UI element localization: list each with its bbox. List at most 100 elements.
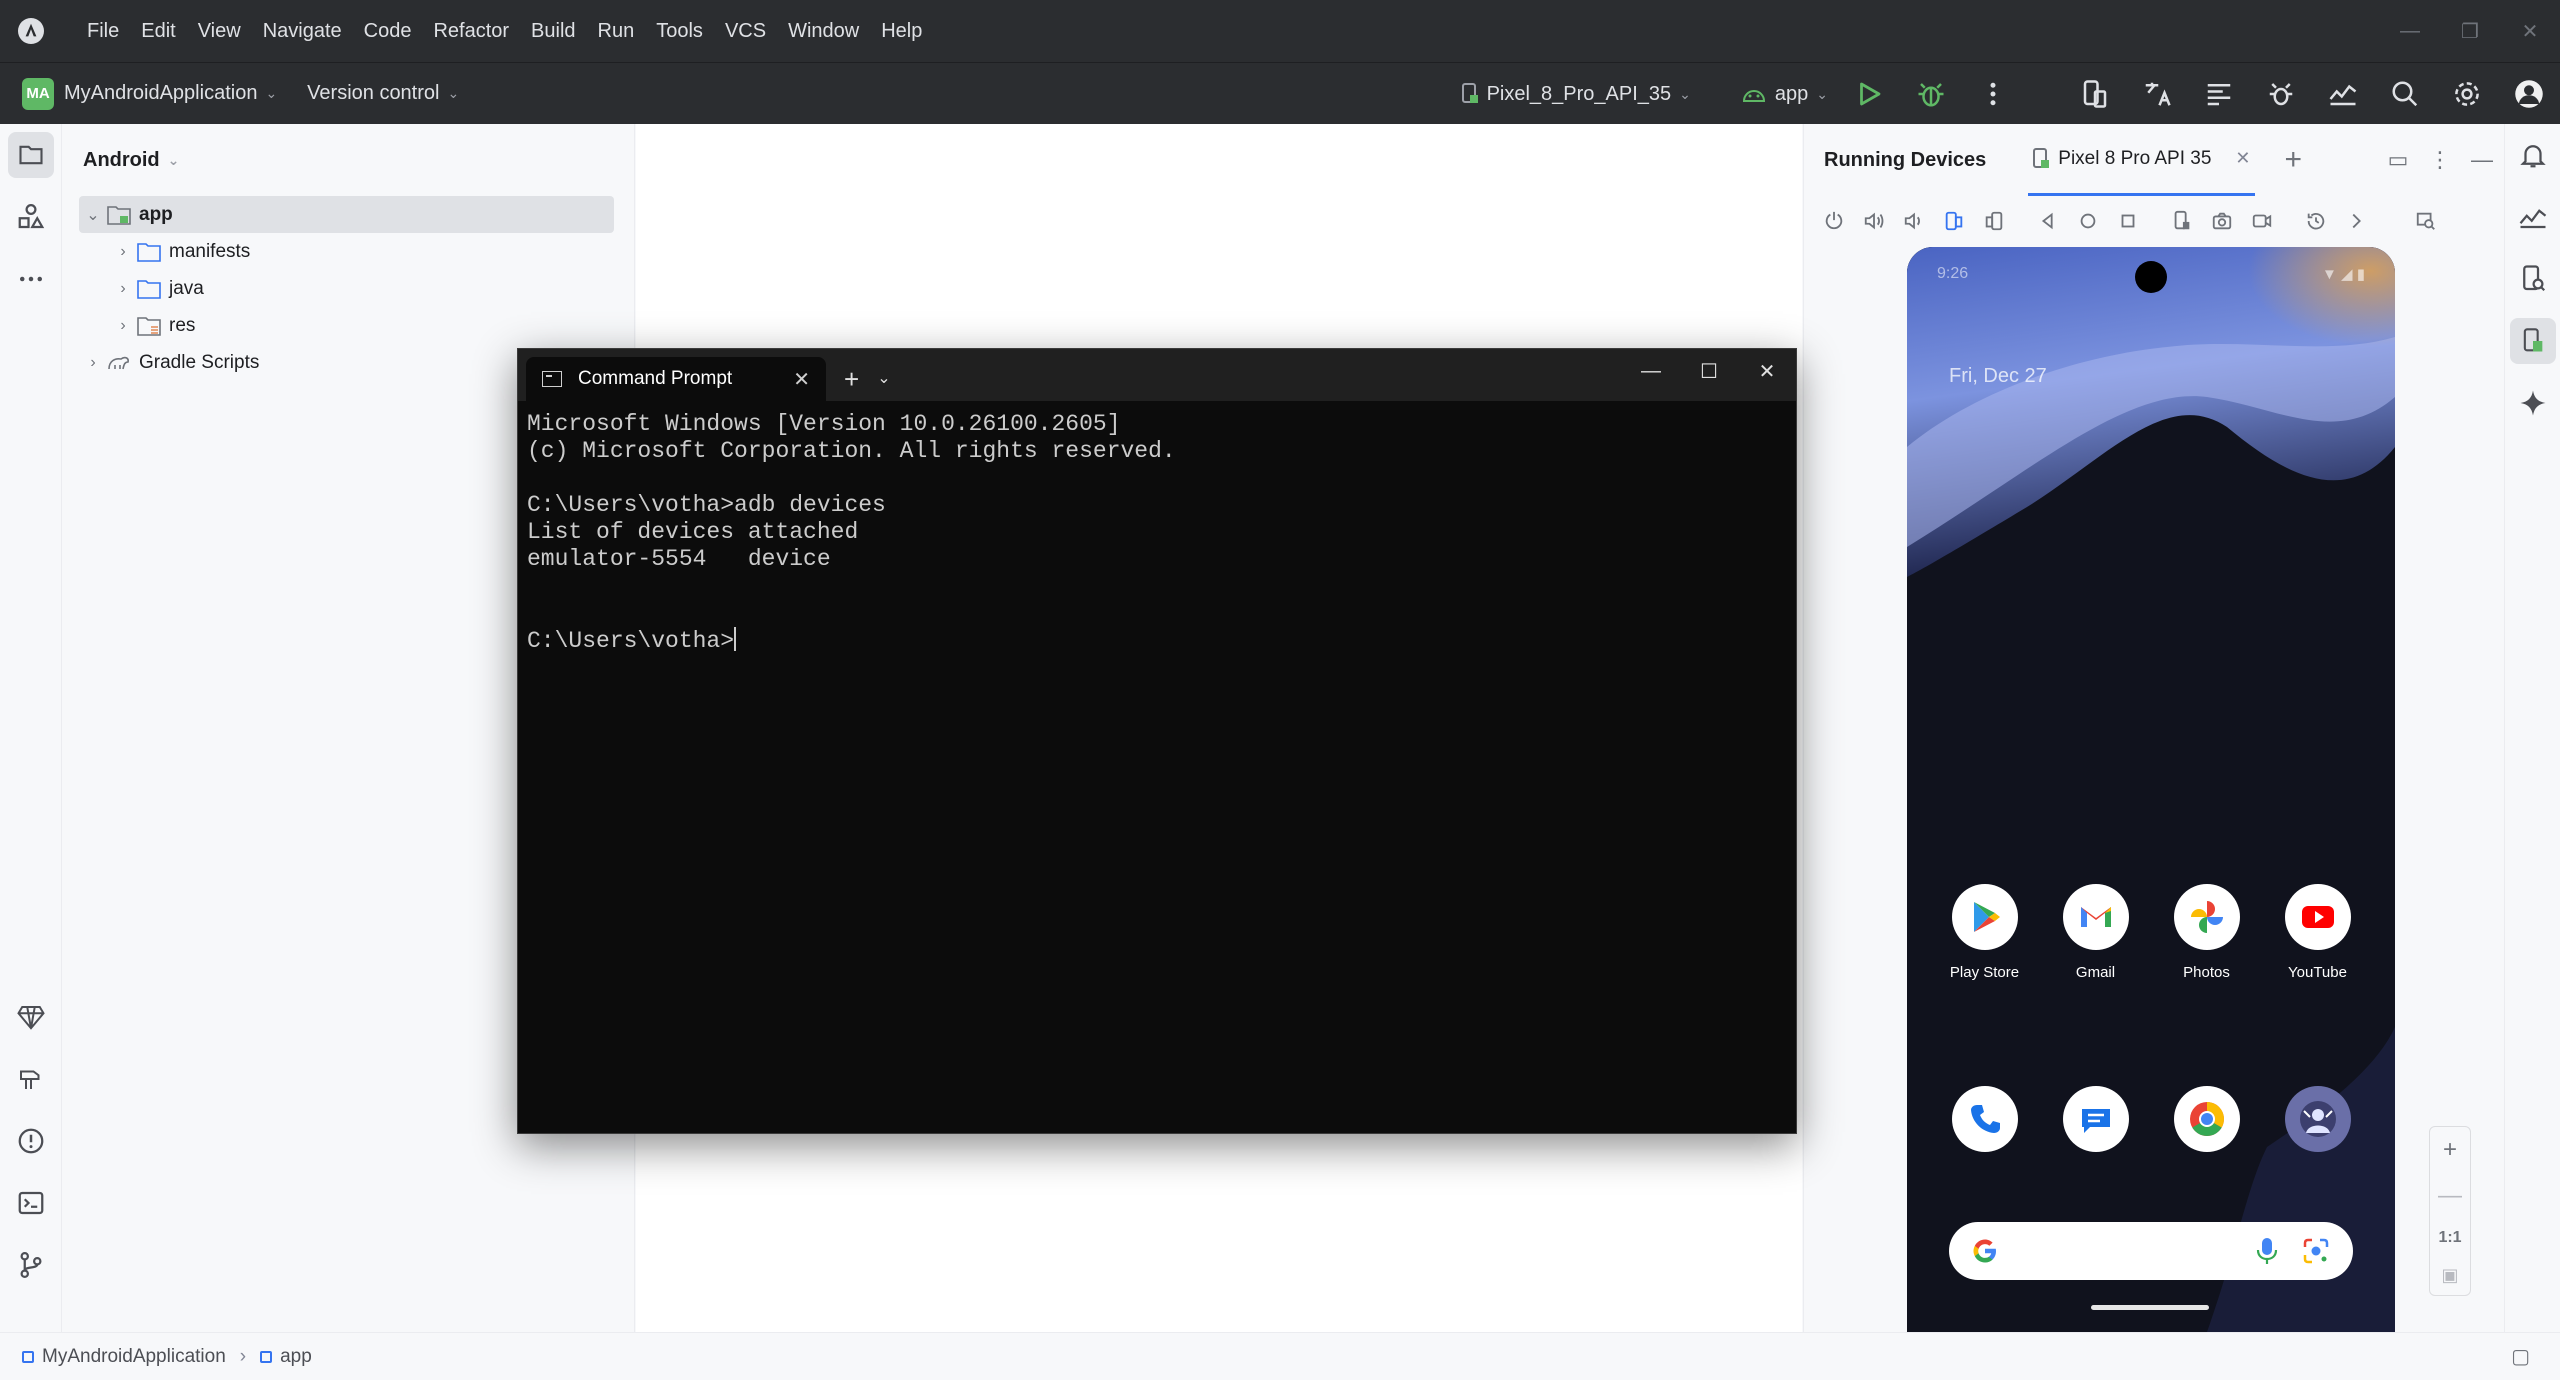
zoom-in-icon[interactable]: + [2443,1136,2457,1164]
running-devices-tool-button[interactable] [2505,310,2560,372]
snapshot-history-icon[interactable] [2296,201,2336,241]
close-tab-icon[interactable]: ✕ [793,367,810,392]
app-youtube[interactable]: YouTube [2268,884,2368,981]
google-lens-icon[interactable] [2301,1236,2331,1266]
panel-minimize-icon[interactable]: — [2461,147,2503,173]
device-explorer-tool-button[interactable] [2505,248,2560,310]
dock-chrome[interactable] [2157,1086,2257,1152]
problems-tool-button[interactable] [0,1110,62,1172]
device-search-icon[interactable] [2406,201,2446,241]
terminal-output[interactable]: Microsoft Windows [Version 10.0.26100.26… [518,401,1796,665]
search-icon[interactable] [2374,63,2436,125]
minimize-icon[interactable]: — [2380,0,2440,62]
gemini-tool-button[interactable] [0,986,62,1048]
build-tool-button[interactable] [0,1048,62,1110]
app-photos[interactable]: Photos [2157,884,2257,981]
tree-item-app[interactable]: ⌄ app [79,196,614,233]
menu-build[interactable]: Build [520,0,586,62]
back-icon[interactable] [2028,201,2068,241]
device-tab[interactable]: Pixel 8 Pro API 35 ✕ [2028,124,2255,196]
device-frame-icon[interactable] [2162,201,2202,241]
layout-inspector-icon[interactable] [2188,63,2250,125]
chevron-right-icon[interactable]: › [109,280,137,298]
add-device-icon[interactable]: + [2285,143,2303,177]
more-actions-icon[interactable] [1962,63,2024,125]
notifications-tool-button[interactable] [2505,124,2560,186]
phone-screen[interactable]: 9:26 ▼ ◢ ▮ Fri, Dec 27 Play Store Gmail [1907,247,2395,1332]
menu-file[interactable]: File [76,0,130,62]
debug-icon[interactable] [1900,63,1962,125]
menu-tools[interactable]: Tools [645,0,714,62]
screen-record-icon[interactable] [2242,201,2282,241]
profiler-tool-button[interactable] [2505,186,2560,248]
zoom-fit-icon[interactable]: ▣ [2441,1265,2458,1286]
profiler-icon[interactable] [2312,63,2374,125]
command-prompt-window[interactable]: Command Prompt ✕ + ⌄ — ☐ ✕ Microsoft Win… [517,348,1797,1134]
close-tab-icon[interactable]: ✕ [2235,148,2250,169]
dock-game[interactable] [2268,1086,2368,1152]
tree-item-manifests[interactable]: › manifests [79,233,634,270]
overview-icon[interactable] [2108,201,2148,241]
menu-run[interactable]: Run [587,0,646,62]
menu-refactor[interactable]: Refactor [422,0,520,62]
zoom-out-icon[interactable]: — [2438,1182,2462,1210]
panel-layout-icon[interactable]: ▭ [2377,147,2419,173]
chat-bubble-icon[interactable]: ▢ [2511,1344,2530,1369]
maximize-icon[interactable]: ☐ [1680,349,1738,393]
menu-help[interactable]: Help [870,0,933,62]
volume-down-icon[interactable] [1894,201,1934,241]
project-tool-button[interactable] [0,124,62,186]
minimize-icon[interactable]: — [1622,349,1680,393]
git-tool-button[interactable] [0,1234,62,1296]
menu-view[interactable]: View [187,0,252,62]
menu-navigate[interactable]: Navigate [252,0,353,62]
gemini-sparkle-tool-button[interactable] [2505,372,2560,434]
close-window-icon[interactable]: ✕ [2500,0,2560,62]
google-search-bar[interactable] [1949,1222,2353,1280]
breadcrumb-module[interactable]: app [280,1346,312,1368]
restore-icon[interactable]: ❐ [2440,0,2500,62]
tree-item-java[interactable]: › java [79,270,634,307]
dock-messages[interactable] [2046,1086,2146,1152]
zoom-actual-size-button[interactable]: 1:1 [2438,1229,2461,1247]
cmd-title-bar[interactable]: Command Prompt ✕ + ⌄ — ☐ ✕ [518,349,1796,401]
breadcrumb-project[interactable]: MyAndroidApplication [42,1346,226,1368]
run-config-selector[interactable]: app ⌄ [1741,83,1828,106]
chevron-right-icon[interactable]: › [109,243,137,261]
project-selector[interactable]: MyAndroidApplication ⌄ [64,82,277,105]
gesture-nav-handle[interactable] [2091,1305,2209,1310]
menu-edit[interactable]: Edit [130,0,186,62]
app-play-store[interactable]: Play Store [1935,884,2035,981]
microphone-icon[interactable] [2255,1236,2279,1266]
menu-code[interactable]: Code [353,0,423,62]
chevron-down-icon[interactable]: ⌄ [877,357,890,401]
resource-manager-tool-button[interactable] [0,186,62,248]
menu-vcs[interactable]: VCS [714,0,777,62]
project-badge[interactable]: MA [22,77,54,110]
version-control-selector[interactable]: Version control ⌄ [307,82,459,105]
rotate-right-icon[interactable] [1974,201,2014,241]
chevron-right-icon[interactable] [2336,201,2376,241]
tree-item-res[interactable]: › res [79,307,634,344]
terminal-tool-button[interactable] [0,1172,62,1234]
settings-gear-icon[interactable] [2436,63,2498,125]
project-view-selector[interactable]: Android ⌄ [63,124,634,196]
more-tools-button[interactable] [0,248,62,310]
cmd-tab[interactable]: Command Prompt ✕ [526,357,826,401]
close-window-icon[interactable]: ✕ [1738,349,1796,393]
home-icon[interactable] [2068,201,2108,241]
rotate-left-icon[interactable] [1934,201,1974,241]
app-inspection-icon[interactable] [2250,63,2312,125]
device-selector[interactable]: Pixel_8_Pro_API_35 ⌄ [1461,83,1691,106]
panel-options-icon[interactable]: ⋮ [2419,147,2461,173]
power-icon[interactable] [1814,201,1854,241]
user-avatar[interactable] [2498,63,2560,125]
chevron-right-icon[interactable]: › [79,354,107,372]
run-icon[interactable] [1838,63,1900,125]
chevron-right-icon[interactable]: › [109,317,137,335]
dock-phone[interactable] [1935,1086,2035,1152]
device-manager-icon[interactable] [2064,63,2126,125]
translate-icon[interactable] [2126,63,2188,125]
volume-up-icon[interactable] [1854,201,1894,241]
screenshot-camera-icon[interactable] [2202,201,2242,241]
